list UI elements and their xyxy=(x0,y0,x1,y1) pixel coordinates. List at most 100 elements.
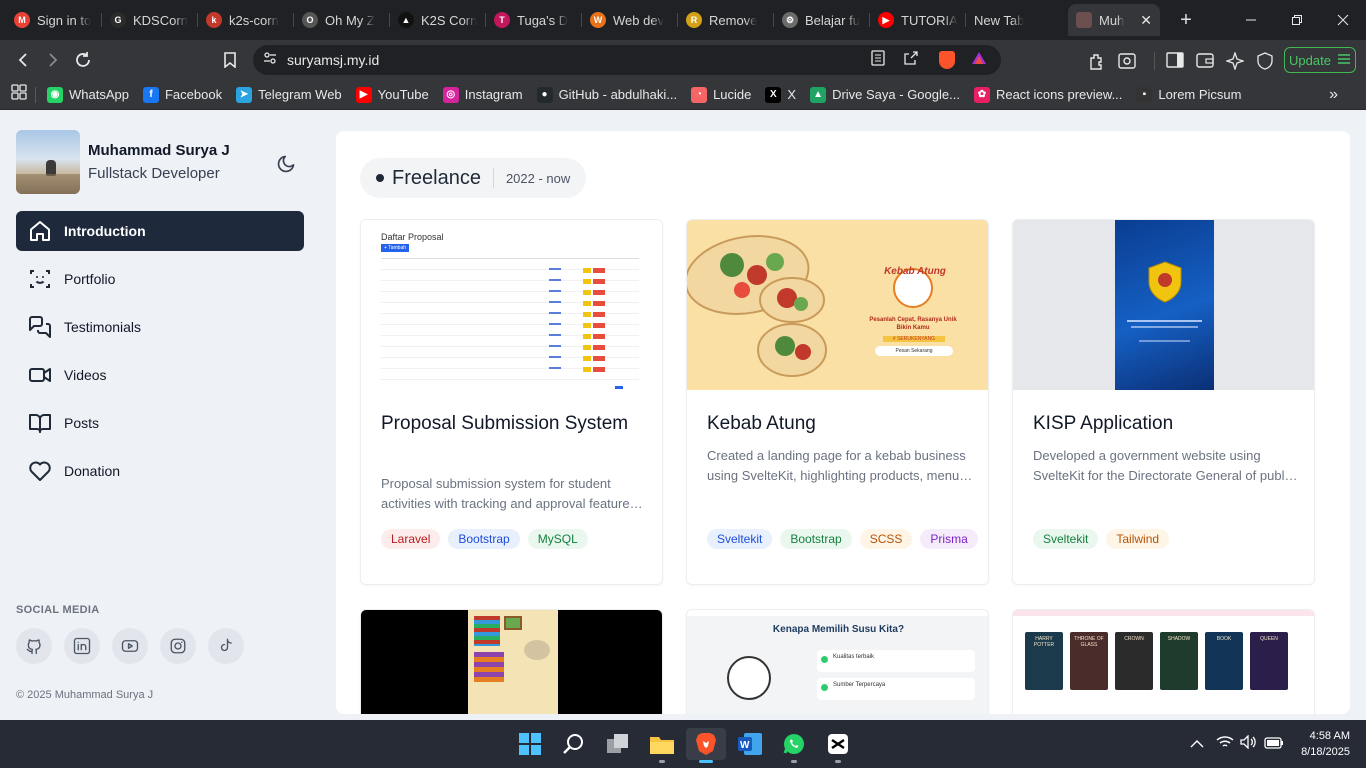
tech-tag: Prisma xyxy=(920,529,978,549)
moon-icon[interactable] xyxy=(276,154,296,174)
whatsapp-icon[interactable] xyxy=(774,728,814,763)
word-icon[interactable]: W xyxy=(730,728,770,760)
project-description: Proposal submission system for student a… xyxy=(381,476,637,511)
nav-label: Introduction xyxy=(64,223,146,239)
bookmark-item[interactable]: f Facebook xyxy=(136,86,229,103)
linkedin-link[interactable] xyxy=(64,628,100,664)
update-button[interactable]: Update xyxy=(1284,47,1356,73)
bookmark-favicon-icon: ◉ xyxy=(47,86,63,103)
bookmark-item[interactable]: ● GitHub - abdulhaki... xyxy=(530,86,685,103)
tab-favicon: T xyxy=(494,12,510,28)
brave-shields-icon[interactable] xyxy=(939,51,955,69)
tech-tags: Sveltekit Bootstrap SCSS Prisma xyxy=(707,529,978,549)
share-icon[interactable] xyxy=(903,50,919,71)
apps-grid-icon[interactable] xyxy=(11,84,27,105)
bookmark-icon[interactable] xyxy=(215,45,245,75)
chevron-up-icon[interactable] xyxy=(1190,736,1204,754)
bookmark-item[interactable]: ▪ Lorem Picsum xyxy=(1129,86,1248,103)
url-text[interactable]: suryamsj.my.id xyxy=(287,52,379,68)
project-card-pixel-room[interactable] xyxy=(360,609,663,714)
task-view-icon[interactable] xyxy=(598,728,638,760)
browser-tab[interactable]: T Tuga's D xyxy=(486,4,582,36)
github-link[interactable] xyxy=(16,628,52,664)
file-explorer-icon[interactable] xyxy=(642,728,682,763)
browser-tab[interactable]: O Oh My Z xyxy=(294,4,390,36)
browser-tab[interactable]: ⚙ Belajar fu xyxy=(774,4,870,36)
project-description: Developed a government website using Sve… xyxy=(1033,448,1294,483)
brave-icon[interactable] xyxy=(686,728,726,763)
extensions-icon[interactable] xyxy=(1088,52,1106,75)
nav-item-donation[interactable]: Donation xyxy=(16,451,304,491)
book-cover: THRONE OF GLASS xyxy=(1070,632,1108,690)
bookmark-item[interactable]: ◔ Lucide xyxy=(684,86,758,103)
reload-icon[interactable] xyxy=(68,45,98,75)
browser-tab[interactable]: G KDSCorn xyxy=(102,4,198,36)
project-card-books[interactable]: HARRY POTTER THRONE OF GLASS CROWN SHADOW BO… xyxy=(1012,609,1315,714)
instagram-link[interactable] xyxy=(160,628,196,664)
browser-tab[interactable]: ▲ K2S Corn xyxy=(390,4,486,36)
bookmark-label: Telegram Web xyxy=(258,87,342,102)
brave-rewards-icon[interactable] xyxy=(971,51,987,70)
browser-tab[interactable]: ▶ TUTORIA xyxy=(870,4,966,36)
project-card-kisp[interactable]: KISP Application Developed a government … xyxy=(1012,219,1315,585)
bookmark-item[interactable]: ✿ React icons preview... xyxy=(967,86,1129,103)
wallet-icon[interactable] xyxy=(1196,52,1214,73)
system-clock[interactable]: 4:58 AM 8/18/2025 xyxy=(1301,728,1350,760)
bookmark-favicon-icon: f xyxy=(142,86,159,103)
book-cover: CROWN xyxy=(1115,632,1153,690)
leo-ai-icon[interactable] xyxy=(1118,52,1136,75)
browser-toolbar: suryamsj.my.id Update xyxy=(0,40,1366,80)
browser-tab[interactable]: R Remove xyxy=(678,4,774,36)
back-arrow-icon[interactable] xyxy=(8,45,38,75)
project-card-kebab[interactable]: Kebab Atung Pesanlah Cepat, Rasanya Unik… xyxy=(686,219,989,585)
bookmark-favicon-icon: ● xyxy=(536,86,553,103)
project-card-proposal[interactable]: Daftar Proposal + Tambah Proposal Submis… xyxy=(360,219,663,585)
forward-arrow-icon[interactable] xyxy=(38,45,68,75)
bookmark-item[interactable]: ◎ Instagram xyxy=(436,86,530,103)
close-window-icon[interactable] xyxy=(1320,0,1366,40)
nav-item-posts[interactable]: Posts xyxy=(16,403,304,443)
new-tab-button[interactable]: + xyxy=(1174,9,1198,32)
windows-start-icon[interactable] xyxy=(510,728,550,760)
vpn-shield-icon[interactable] xyxy=(1256,52,1274,75)
active-tab[interactable]: Muh ✕ xyxy=(1068,4,1160,36)
battery-icon[interactable] xyxy=(1264,736,1284,754)
project-card-milk[interactable]: Kenapa Memilih Susu Kita? Kualitas terba… xyxy=(686,609,989,714)
bookmark-item[interactable]: ▶ YouTube xyxy=(349,86,436,103)
nav-item-videos[interactable]: Videos xyxy=(16,355,304,395)
youtube-link[interactable] xyxy=(112,628,148,664)
section-divider xyxy=(492,168,494,188)
wifi-icon[interactable] xyxy=(1216,735,1234,754)
search-icon[interactable] xyxy=(554,728,594,760)
address-bar[interactable]: suryamsj.my.id xyxy=(253,45,1001,75)
profile-name: Muhammad Surya J xyxy=(88,142,230,159)
nav-item-portfolio[interactable]: Portfolio xyxy=(16,259,304,299)
leo-sparkle-icon[interactable] xyxy=(1224,50,1246,75)
bookmark-item[interactable]: ➤ Telegram Web xyxy=(229,86,349,103)
tiktok-link[interactable] xyxy=(208,628,244,664)
reader-mode-icon[interactable] xyxy=(871,49,885,71)
more-bookmarks-icon[interactable]: » xyxy=(1329,86,1338,104)
screenshot-hashtag: # SERUKENYANG xyxy=(883,336,945,342)
bookmark-item[interactable]: XX xyxy=(758,86,803,103)
browser-tab[interactable]: M Sign in to xyxy=(6,4,102,36)
bookmark-item[interactable]: ▲ Drive Saya - Google... xyxy=(803,86,967,103)
project-thumbnail: Kenapa Memilih Susu Kita? Kualitas terba… xyxy=(687,616,988,714)
restore-icon[interactable] xyxy=(1274,0,1320,40)
bookmark-favicon-icon: ➤ xyxy=(236,86,253,103)
nav-item-introduction[interactable]: Introduction xyxy=(16,211,304,251)
minimize-icon[interactable] xyxy=(1228,0,1274,40)
close-tab-icon[interactable]: ✕ xyxy=(1140,12,1152,29)
avatar xyxy=(16,130,80,194)
capcut-icon[interactable] xyxy=(818,728,858,763)
sidebar-toggle-icon[interactable] xyxy=(1166,52,1184,73)
browser-tab[interactable]: New Tab xyxy=(966,4,1062,36)
volume-icon[interactable] xyxy=(1240,734,1258,754)
browser-tab[interactable]: W Web dev xyxy=(582,4,678,36)
nav-item-testimonials[interactable]: Testimonials xyxy=(16,307,304,347)
bookmark-item[interactable]: ◉ WhatsApp xyxy=(40,86,136,103)
screenshot-brand: Kebab Atung xyxy=(884,266,946,277)
project-thumbnail: Daftar Proposal + Tambah xyxy=(361,220,662,390)
browser-tab[interactable]: k k2s-corn xyxy=(198,4,294,36)
site-settings-icon[interactable] xyxy=(263,51,277,70)
